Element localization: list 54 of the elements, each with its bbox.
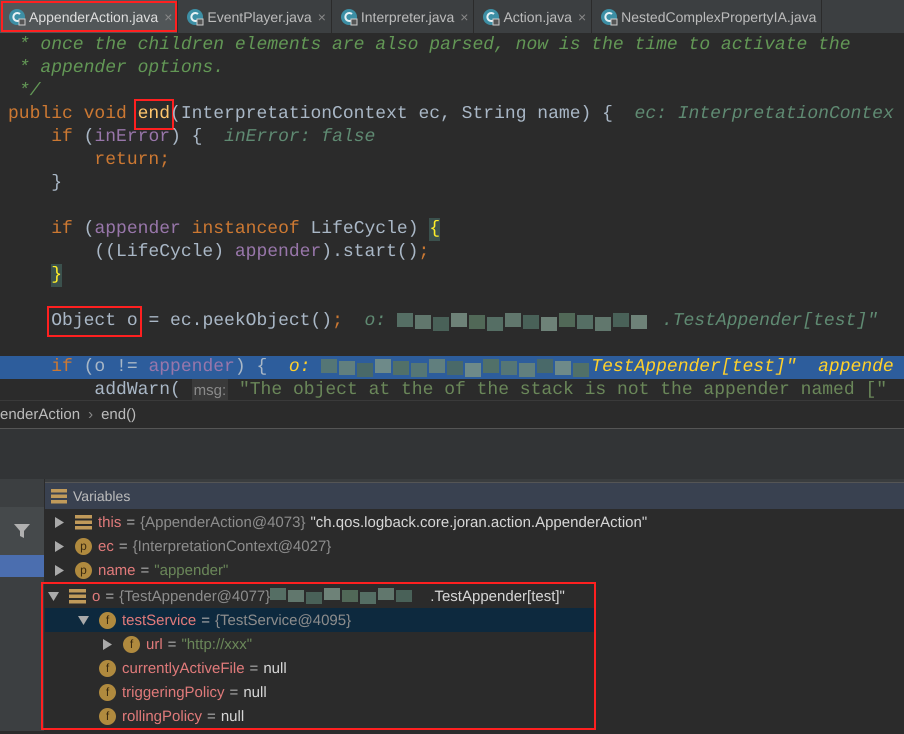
member-icon: f [123, 636, 140, 652]
code-line: if (inError) { inError: false [50, 126, 376, 149]
variable-text: this = {AppenderAction@4073} "ch.qos.logback.core.joran.action.AppenderAction" [98, 514, 648, 530]
variable-text: ec = {InterpretationContext@4027} [98, 538, 332, 554]
object-icon [69, 588, 86, 604]
code-line: } [50, 172, 62, 195]
member-icon: f [99, 612, 116, 628]
variable-row[interactable]: f currentlyActiveFile = null [45, 656, 594, 680]
collapse-icon[interactable] [78, 614, 88, 626]
object-icon [75, 514, 92, 530]
code-line: if (o != appender) { o: TestAppender[test]" appende [50, 356, 894, 379]
variable-row[interactable]: f url = "http://xxx" [45, 632, 594, 656]
class-icon [600, 8, 618, 26]
variable-row[interactable]: this = {AppenderAction@4073} "ch.qos.logback.core.joran.action.AppenderAction" [45, 510, 904, 534]
variable-text: rollingPolicy = null [122, 708, 244, 724]
member-icon: f [99, 660, 116, 676]
code-line: * once the children elements are also parsed, now is the time to activate the [18, 34, 851, 57]
class-icon [186, 8, 204, 26]
class-icon [340, 8, 358, 26]
member-icon: p [75, 538, 92, 554]
expand-icon[interactable] [102, 638, 112, 650]
variable-text: currentlyActiveFile = null [122, 660, 287, 676]
list-icon [51, 488, 67, 504]
variable-text: url = "http://xxx" [146, 636, 252, 652]
member-icon: f [99, 708, 116, 724]
variable-text: testService = {TestService@4095} [122, 612, 352, 628]
code-line: */ [18, 80, 40, 103]
variable-row[interactable]: p ec = {InterpretationContext@4027} [45, 534, 904, 558]
variable-text: o = {TestAppender@4077} .TestAppender[test]" [92, 586, 565, 606]
variable-row[interactable]: f rollingPolicy = null [45, 704, 594, 728]
class-icon [8, 8, 26, 26]
variable-text: triggeringPolicy = null [122, 684, 267, 700]
variable-text: name = "appender" [98, 562, 228, 578]
expand-icon[interactable] [54, 564, 64, 576]
code-line: return; [93, 149, 170, 172]
variable-row[interactable]: f testService = {TestService@4095} [45, 608, 594, 632]
code-line: ((LifeCycle) appender).start(); [93, 241, 430, 264]
variable-row[interactable]: p name = "appender" [45, 558, 904, 582]
code-line: * appender options. [18, 57, 224, 80]
panel-title: Variables [73, 488, 130, 504]
code-line: if (appender instanceof LifeCycle) { [50, 218, 440, 241]
chevron-icon: › [88, 406, 94, 423]
member-icon: p [75, 562, 92, 578]
member-icon: f [99, 684, 116, 700]
collapse-icon[interactable] [48, 590, 58, 602]
expand-icon[interactable] [54, 516, 64, 528]
file-tab[interactable]: AppenderAction.java × [0, 0, 178, 33]
breadcrumb-item[interactable]: enderAction [0, 406, 80, 423]
class-icon [482, 8, 500, 26]
expand-icon[interactable] [54, 540, 64, 552]
breadcrumb-item[interactable]: end() [101, 406, 136, 423]
variable-row[interactable]: o = {TestAppender@4077} .TestAppender[test]" [45, 584, 594, 608]
variable-row[interactable]: f triggeringPolicy = null [45, 680, 594, 704]
filter-icon[interactable] [13, 522, 31, 540]
